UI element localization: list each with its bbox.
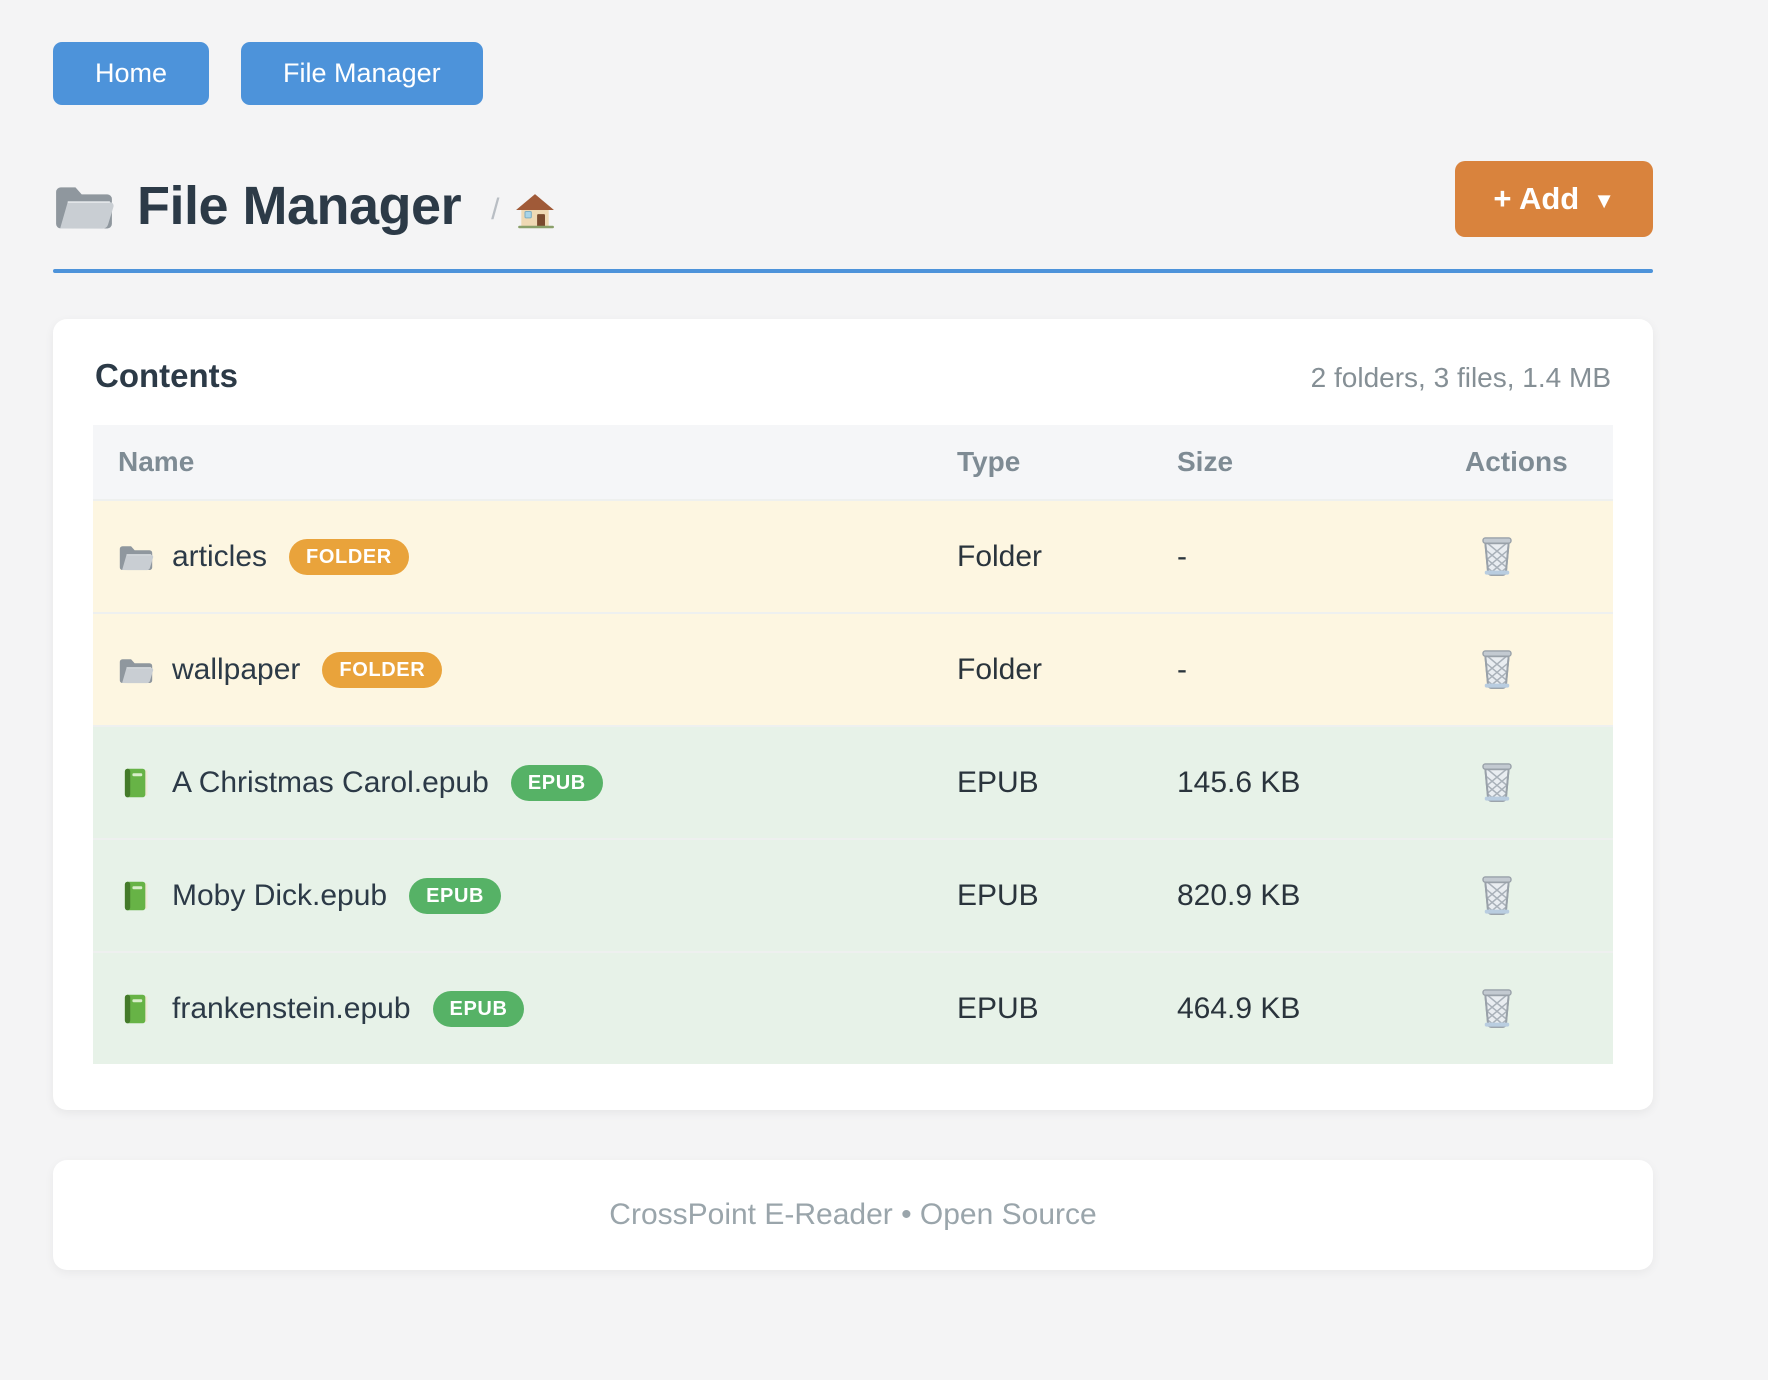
size-cell: 145.6 KB	[1177, 766, 1465, 800]
home-icon[interactable]	[515, 193, 555, 229]
book-icon	[118, 767, 154, 799]
table-row[interactable]: Moby Dick.epub EPUB EPUB 820.9 KB	[93, 838, 1613, 951]
nav-file-manager-button[interactable]: File Manager	[241, 42, 483, 105]
nav-home-button[interactable]: Home	[53, 42, 209, 105]
name-cell[interactable]: wallpaper FOLDER	[93, 652, 957, 688]
page-header: File Manager / + Add ▼	[53, 175, 1653, 237]
add-button-label: + Add	[1493, 181, 1579, 217]
trash-icon	[1479, 987, 1515, 1029]
contents-summary: 2 folders, 3 files, 1.4 MB	[1311, 362, 1611, 394]
actions-cell	[1465, 531, 1613, 582]
contents-card: Contents 2 folders, 3 files, 1.4 MB Name…	[53, 319, 1653, 1110]
name-cell[interactable]: articles FOLDER	[93, 539, 957, 575]
type-cell: EPUB	[957, 766, 1177, 800]
type-cell: EPUB	[957, 879, 1177, 913]
table-body: articles FOLDER Folder - wallpaper FOLDE…	[93, 499, 1613, 1064]
file-table: Name Type Size Actions articles FOLDER F…	[93, 425, 1613, 1064]
column-header-size: Size	[1177, 446, 1465, 478]
breadcrumb-separator: /	[491, 193, 499, 227]
type-badge: EPUB	[409, 878, 501, 914]
trash-icon	[1479, 648, 1515, 690]
name-cell[interactable]: Moby Dick.epub EPUB	[93, 878, 957, 914]
trash-icon	[1479, 874, 1515, 916]
add-button[interactable]: + Add ▼	[1455, 161, 1653, 237]
file-name[interactable]: wallpaper	[172, 653, 300, 687]
folder-icon	[53, 179, 115, 233]
column-header-actions: Actions	[1465, 446, 1613, 478]
book-icon	[118, 880, 154, 912]
contents-card-header: Contents 2 folders, 3 files, 1.4 MB	[93, 357, 1613, 395]
header-divider	[53, 269, 1653, 273]
table-header-row: Name Type Size Actions	[93, 425, 1613, 499]
actions-cell	[1465, 870, 1613, 921]
actions-cell	[1465, 757, 1613, 808]
size-cell: -	[1177, 540, 1465, 574]
column-header-name: Name	[93, 446, 957, 478]
table-row[interactable]: frankenstein.epub EPUB EPUB 464.9 KB	[93, 951, 1613, 1064]
size-cell: 820.9 KB	[1177, 879, 1465, 913]
table-row[interactable]: wallpaper FOLDER Folder -	[93, 612, 1613, 725]
book-icon	[118, 993, 154, 1025]
type-cell: Folder	[957, 540, 1177, 574]
actions-cell	[1465, 644, 1613, 695]
name-cell[interactable]: frankenstein.epub EPUB	[93, 991, 957, 1027]
name-cell[interactable]: A Christmas Carol.epub EPUB	[93, 765, 957, 801]
delete-button[interactable]	[1475, 757, 1519, 807]
actions-cell	[1465, 983, 1613, 1034]
size-cell: 464.9 KB	[1177, 992, 1465, 1026]
table-row[interactable]: articles FOLDER Folder -	[93, 499, 1613, 612]
type-badge: EPUB	[433, 991, 525, 1027]
contents-title: Contents	[95, 357, 238, 395]
type-badge: FOLDER	[322, 652, 442, 688]
footer-text: CrossPoint E-Reader • Open Source	[609, 1198, 1096, 1232]
type-badge: FOLDER	[289, 539, 409, 575]
caret-down-icon: ▼	[1593, 185, 1615, 214]
page-title: File Manager	[137, 175, 461, 237]
size-cell: -	[1177, 653, 1465, 687]
column-header-type: Type	[957, 446, 1177, 478]
file-name[interactable]: Moby Dick.epub	[172, 879, 387, 913]
folder-icon	[118, 541, 154, 573]
type-cell: EPUB	[957, 992, 1177, 1026]
trash-icon	[1479, 761, 1515, 803]
page: Home File Manager File Manager / + Add ▼…	[53, 0, 1653, 1270]
delete-button[interactable]	[1475, 870, 1519, 920]
file-name[interactable]: A Christmas Carol.epub	[172, 766, 489, 800]
footer: CrossPoint E-Reader • Open Source	[53, 1160, 1653, 1270]
file-name[interactable]: frankenstein.epub	[172, 992, 411, 1026]
delete-button[interactable]	[1475, 983, 1519, 1033]
top-nav: Home File Manager	[53, 0, 1653, 105]
file-name[interactable]: articles	[172, 540, 267, 574]
type-badge: EPUB	[511, 765, 603, 801]
delete-button[interactable]	[1475, 644, 1519, 694]
trash-icon	[1479, 535, 1515, 577]
type-cell: Folder	[957, 653, 1177, 687]
folder-icon	[118, 654, 154, 686]
delete-button[interactable]	[1475, 531, 1519, 581]
table-row[interactable]: A Christmas Carol.epub EPUB EPUB 145.6 K…	[93, 725, 1613, 838]
